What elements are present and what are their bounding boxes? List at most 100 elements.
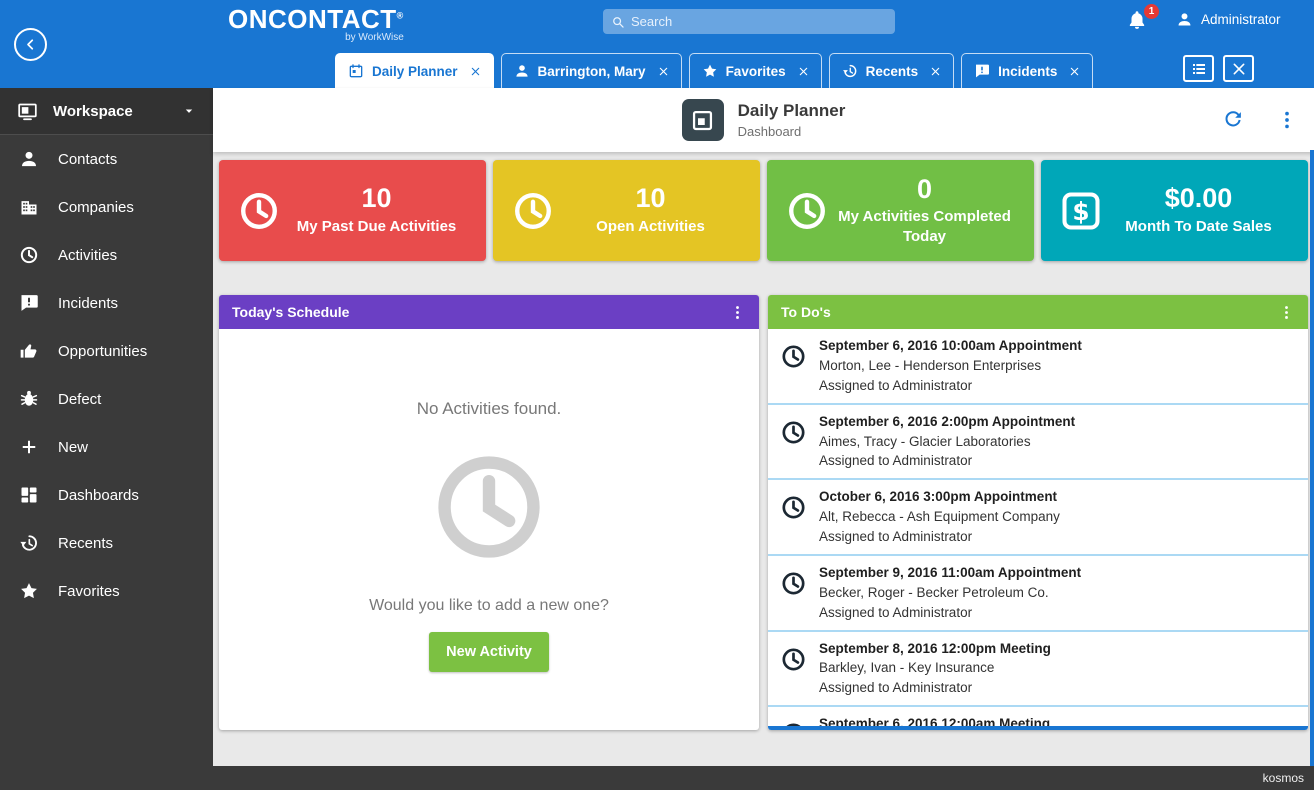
tab-close-button[interactable]: [1069, 66, 1080, 77]
todays-schedule-panel: Today's Schedule No Activities found. Wo…: [219, 295, 759, 730]
tab-barrington-mary[interactable]: Barrington, Mary: [501, 53, 682, 88]
sidebar-item-label: Opportunities: [58, 343, 147, 360]
dollar-icon: [1059, 189, 1103, 233]
todo-assigned: Assigned to Administrator: [819, 453, 1075, 470]
tab-list-button[interactable]: [1183, 55, 1214, 82]
panel-title: To Do's: [781, 304, 831, 320]
panel-menu-button[interactable]: [1278, 304, 1295, 321]
tab-label: Favorites: [726, 64, 786, 79]
todo-title: September 9, 2016 11:00am Appointment: [819, 565, 1081, 582]
todo-title: September 6, 2016 2:00pm Appointment: [819, 414, 1075, 431]
sidebar-item-label: Recents: [58, 535, 113, 552]
oncontact-logo: ONCONTACT® by WorkWise: [228, 6, 404, 43]
close-all-tabs-button[interactable]: [1223, 55, 1254, 82]
workspace-selector[interactable]: Workspace: [0, 88, 213, 135]
sidebar-item-label: Incidents: [58, 295, 118, 312]
tab-close-button[interactable]: [798, 66, 809, 77]
tab-close-button[interactable]: [470, 66, 481, 77]
todo-title: October 6, 2016 3:00pm Appointment: [819, 489, 1060, 506]
todos-header: To Do's: [768, 295, 1308, 329]
tab-close-button[interactable]: [658, 66, 669, 77]
sidebar-item-recents[interactable]: Recents: [0, 519, 213, 567]
todo-item[interactable]: September 8, 2016 12:00pm Meeting Barkle…: [768, 632, 1308, 708]
tab-incidents[interactable]: Incidents: [961, 53, 1093, 88]
sidebar-item-activities[interactable]: Activities: [0, 231, 213, 279]
kebab-menu-icon: [1278, 304, 1295, 321]
tab-label: Daily Planner: [372, 64, 458, 79]
logo-text: ONCONTACT®: [228, 6, 404, 33]
stat-card-open-activities[interactable]: 10 Open Activities: [493, 160, 760, 261]
sidebar-item-dashboards[interactable]: Dashboards: [0, 471, 213, 519]
sidebar-item-defect[interactable]: Defect: [0, 375, 213, 423]
tab-daily-planner[interactable]: Daily Planner: [335, 53, 494, 88]
tab-favorites[interactable]: Favorites: [689, 53, 822, 88]
notifications-button[interactable]: 1: [1126, 9, 1152, 35]
sidebar-item-label: Contacts: [58, 151, 117, 168]
kebab-menu-icon: [729, 304, 746, 321]
body-row: Workspace Contacts Companies Activities: [0, 88, 1314, 766]
close-icon: [1231, 61, 1247, 77]
todays-schedule-header: Today's Schedule: [219, 295, 759, 329]
stat-card-my-past-due-activities[interactable]: 10 My Past Due Activities: [219, 160, 486, 261]
clock-icon: [780, 489, 807, 546]
search-icon: [611, 15, 625, 29]
panel-menu-button[interactable]: [729, 304, 746, 321]
todo-assigned: Assigned to Administrator: [819, 605, 1081, 622]
user-name: Administrator: [1201, 12, 1281, 27]
sidebar-item-favorites[interactable]: Favorites: [0, 567, 213, 615]
todo-item[interactable]: September 6, 2016 2:00pm Appointment Aim…: [768, 405, 1308, 481]
sidebar: Workspace Contacts Companies Activities: [0, 88, 213, 766]
close-icon: [470, 66, 481, 77]
todo-item[interactable]: September 9, 2016 11:00am Appointment Be…: [768, 556, 1308, 632]
page-menu-button[interactable]: [1276, 109, 1298, 131]
stat-label: Month To Date Sales: [1107, 217, 1290, 237]
back-button[interactable]: [14, 28, 47, 61]
star-icon: [702, 63, 718, 79]
search-input[interactable]: [631, 14, 887, 29]
close-icon: [930, 66, 941, 77]
back-arrow-icon: [22, 36, 39, 53]
todo-assigned: Assigned to Administrator: [819, 378, 1082, 395]
star-icon: [19, 581, 39, 601]
clock-icon: [19, 245, 39, 265]
todo-list: September 6, 2016 10:00am Appointment Mo…: [768, 329, 1308, 730]
schedule-empty-state: No Activities found. Would you like to a…: [219, 329, 759, 730]
dashboard-content: 10 My Past Due Activities 10 Open Activi…: [213, 152, 1314, 766]
vertical-scrollbar[interactable]: [1310, 150, 1314, 766]
new-activity-button[interactable]: New Activity: [429, 632, 549, 672]
todo-contact: Barkley, Ivan - Key Insurance: [819, 660, 1051, 677]
tab-label: Recents: [866, 64, 919, 79]
tab-close-button[interactable]: [930, 66, 941, 77]
sidebar-item-label: Defect: [58, 391, 101, 408]
sidebar-item-opportunities[interactable]: Opportunities: [0, 327, 213, 375]
chat-icon: [974, 63, 990, 79]
sidebar-item-contacts[interactable]: Contacts: [0, 135, 213, 183]
stat-card-month-to-date-sales[interactable]: $0.00 Month To Date Sales: [1041, 160, 1308, 261]
todo-item[interactable]: October 6, 2016 3:00pm Appointment Alt, …: [768, 480, 1308, 556]
person-icon: [1176, 11, 1193, 28]
horizontal-scrollbar[interactable]: [768, 726, 1308, 730]
history-icon: [842, 63, 858, 79]
todo-item[interactable]: September 6, 2016 10:00am Appointment Mo…: [768, 329, 1308, 405]
sidebar-item-companies[interactable]: Companies: [0, 183, 213, 231]
todos-panel: To Do's September 6, 2016 10:00am Appoin…: [768, 295, 1308, 730]
person-icon: [19, 149, 39, 169]
todo-assigned: Assigned to Administrator: [819, 529, 1060, 546]
stat-value: 0: [833, 175, 1016, 205]
sidebar-item-incidents[interactable]: Incidents: [0, 279, 213, 327]
clock-icon: [237, 189, 281, 233]
tab-recents[interactable]: Recents: [829, 53, 955, 88]
chevron-down-icon: [182, 104, 196, 118]
search-box[interactable]: [603, 9, 895, 34]
clock-icon: [511, 189, 555, 233]
user-menu[interactable]: Administrator: [1176, 11, 1281, 28]
clock-icon: [780, 338, 807, 395]
todo-contact: Becker, Roger - Becker Petroleum Co.: [819, 585, 1081, 602]
calendar-icon: [348, 63, 364, 79]
sidebar-item-new[interactable]: New: [0, 423, 213, 471]
refresh-button[interactable]: [1222, 109, 1244, 131]
sidebar-item-label: Dashboards: [58, 487, 139, 504]
stat-card-my-activities-completed-today[interactable]: 0 My Activities Completed Today: [767, 160, 1034, 261]
dashboard-icon: [19, 485, 39, 505]
history-icon: [19, 533, 39, 553]
